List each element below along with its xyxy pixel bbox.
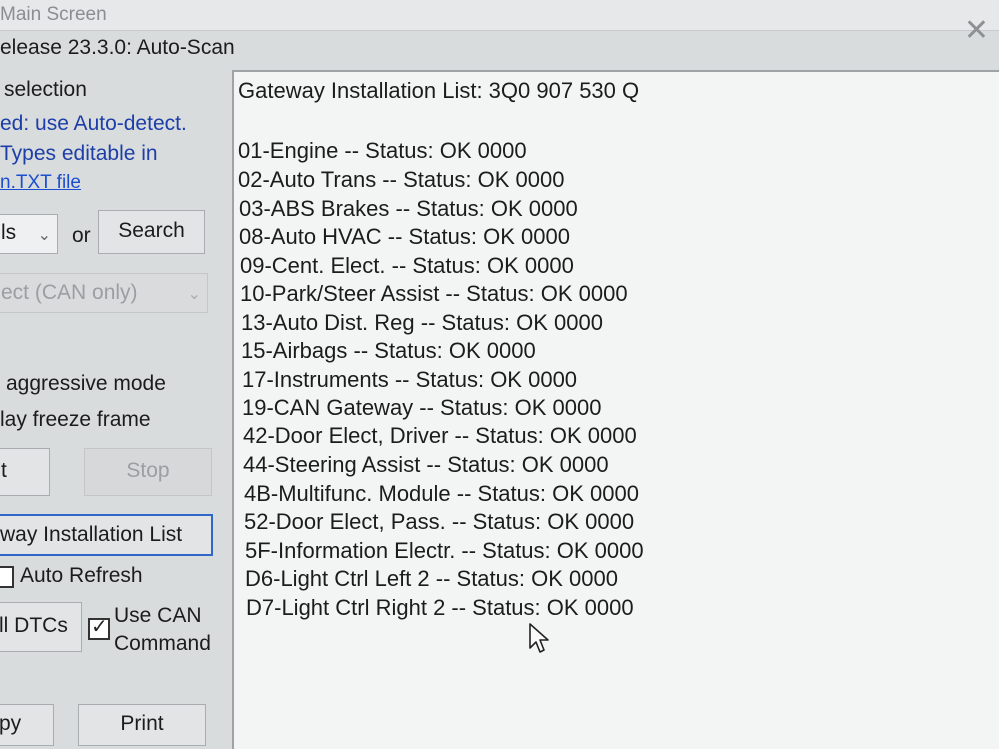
chevron-down-icon: ⌄: [37, 227, 51, 244]
module-row-10: 10-Park/Steer Assist -- Status: OK 0000: [240, 281, 628, 306]
module-row-5f: 5F-Information Electr. -- Status: OK 000…: [245, 538, 644, 563]
title-bar: Main Screen ✕: [0, 0, 999, 46]
use-can-label-line2: Command: [114, 632, 211, 655]
module-row-15: 15-Airbags -- Status: OK 0000: [241, 338, 536, 363]
module-row-01: 01-Engine -- Status: OK 0000: [238, 138, 527, 163]
module-row-42: 42-Door Elect, Driver -- Status: OK 0000: [243, 423, 637, 448]
module-row-19: 19-CAN Gateway -- Status: OK 0000: [242, 395, 602, 420]
freeze-frame-label: lay freeze frame: [0, 408, 151, 431]
mouse-pointer-icon: [529, 623, 549, 653]
module-row-08: 08-Auto HVAC -- Status: OK 0000: [239, 224, 570, 249]
module-row-03: 03-ABS Brakes -- Status: OK 0000: [239, 196, 578, 221]
selection-heading: selection: [4, 78, 87, 101]
module-row-d6: D6-Light Ctrl Left 2 -- Status: OK 0000: [245, 566, 618, 591]
search-button[interactable]: Search: [98, 210, 205, 254]
module-row-17: 17-Instruments -- Status: OK 0000: [242, 367, 578, 392]
module-row-44: 44-Steering Assist -- Status: OK 0000: [243, 452, 609, 477]
use-can-label-line1: Use CAN: [114, 604, 202, 627]
start-button[interactable]: t: [0, 448, 50, 496]
or-label: or: [72, 224, 91, 247]
info-line-1: ed: use Auto-detect.: [0, 112, 187, 135]
left-panel: selection ed: use Auto-detect. Types edi…: [0, 70, 232, 749]
print-button[interactable]: Print: [78, 704, 206, 746]
type-select-value: ls: [1, 221, 17, 244]
protocol-select-value: ect (CAN only): [1, 281, 138, 304]
module-row-d7: D7-Light Ctrl Right 2 -- Status: OK 0000: [246, 595, 634, 620]
copy-button[interactable]: py: [0, 704, 54, 746]
stop-button[interactable]: Stop: [84, 448, 212, 496]
gateway-list-header: Gateway Installation List: 3Q0 907 530 Q: [238, 78, 640, 103]
close-icon[interactable]: ✕: [964, 16, 989, 46]
type-select[interactable]: ls ⌄: [0, 214, 58, 254]
chevron-down-icon: ⌄: [187, 286, 201, 303]
module-row-52: 52-Door Elect, Pass. -- Status: OK 0000: [244, 509, 635, 534]
aggressive-mode-label: aggressive mode: [6, 372, 166, 395]
auto-refresh-label: Auto Refresh: [20, 564, 143, 587]
results-pane[interactable]: Gateway Installation List: 3Q0 907 530 Q…: [232, 70, 999, 749]
info-line-2: Types editable in: [0, 142, 158, 165]
all-dtcs-button[interactable]: ll DTCs: [0, 602, 82, 652]
gateway-installation-list-button[interactable]: way Installation List: [0, 514, 213, 556]
module-row-09: 09-Cent. Elect. -- Status: OK 0000: [240, 253, 574, 278]
auto-refresh-checkbox[interactable]: [0, 566, 14, 588]
window-title: Main Screen: [0, 4, 107, 25]
release-subtitle: elease 23.3.0: Auto-Scan: [0, 36, 235, 59]
checkmark-icon: ✓: [91, 616, 108, 638]
module-row-02: 02-Auto Trans -- Status: OK 0000: [238, 167, 565, 192]
module-row-4b: 4B-Multifunc. Module -- Status: OK 0000: [244, 481, 639, 506]
protocol-select[interactable]: ect (CAN only) ⌄: [0, 273, 208, 313]
txt-file-link[interactable]: n.TXT file: [0, 172, 81, 194]
module-row-13: 13-Auto Dist. Reg -- Status: OK 0000: [241, 310, 603, 335]
use-can-checkbox[interactable]: ✓: [88, 616, 110, 640]
